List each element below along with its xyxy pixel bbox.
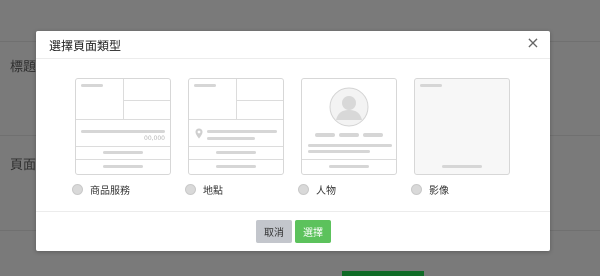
dialog-footer-divider: [36, 211, 550, 212]
card-divider: [123, 79, 124, 119]
dialog-header-divider: [36, 58, 550, 59]
card-divider: [302, 159, 396, 160]
card-placeholder-bar: [207, 130, 277, 133]
card-divider: [189, 119, 283, 120]
card-placeholder-bar: [207, 137, 255, 140]
card-placeholder-bar: [308, 150, 370, 153]
option-location[interactable]: 地點: [185, 182, 223, 197]
map-pin-icon: [195, 128, 203, 139]
radio-button[interactable]: [185, 183, 196, 195]
card-placeholder-bar: [194, 84, 216, 87]
close-icon[interactable]: ×: [525, 35, 541, 51]
card-placeholder-bar: [339, 133, 359, 137]
card-divider: [123, 100, 170, 101]
radio-button[interactable]: [72, 183, 83, 195]
option-person[interactable]: 人物: [298, 182, 336, 197]
card-divider: [236, 79, 237, 119]
dialog-title: 選擇頁面類型: [49, 39, 122, 53]
radio-button[interactable]: [411, 183, 422, 195]
card-placeholder-bar: [103, 165, 143, 168]
card-divider: [76, 146, 170, 147]
card-placeholder-bar: [420, 84, 442, 87]
card-placeholder-bar: [81, 84, 103, 87]
background-label-title: 標題: [10, 60, 37, 75]
card-placeholder-bar: [329, 165, 369, 168]
option-label: 地點: [203, 185, 223, 197]
card-placeholder-bar: [308, 144, 392, 147]
card-placeholder-bar: [103, 151, 143, 154]
select-button[interactable]: 選擇: [295, 220, 331, 243]
card-divider: [189, 159, 283, 160]
option-product-service[interactable]: 商品服務: [72, 182, 130, 197]
option-label: 人物: [316, 185, 336, 197]
card-location-preview[interactable]: [188, 78, 284, 175]
card-placeholder-bar: [315, 133, 335, 137]
radio-button[interactable]: [298, 183, 309, 195]
option-label: 商品服務: [90, 185, 130, 197]
card-divider: [236, 100, 283, 101]
cancel-button[interactable]: 取消: [256, 220, 292, 243]
card-price-text: 00,000: [144, 135, 165, 142]
card-placeholder-bar: [216, 151, 256, 154]
card-placeholder-bar: [81, 130, 165, 133]
card-product-preview[interactable]: 00,000: [75, 78, 171, 175]
option-label: 影像: [429, 185, 449, 197]
card-person-preview[interactable]: [301, 78, 397, 175]
option-image[interactable]: 影像: [411, 182, 449, 197]
card-image-preview[interactable]: [414, 78, 510, 175]
background-label-page: 頁面: [10, 158, 37, 173]
card-placeholder-bar: [442, 165, 482, 168]
page-type-dialog: 選擇頁面類型 × 00,000 商品服務 地點 人物 影像 取消 選擇: [36, 31, 550, 251]
card-divider: [76, 119, 170, 120]
card-placeholder-bar: [216, 165, 256, 168]
card-divider: [189, 146, 283, 147]
background-green-button: [342, 271, 424, 276]
card-placeholder-bar: [363, 133, 383, 137]
card-divider: [76, 159, 170, 160]
person-avatar-icon: [329, 87, 369, 127]
